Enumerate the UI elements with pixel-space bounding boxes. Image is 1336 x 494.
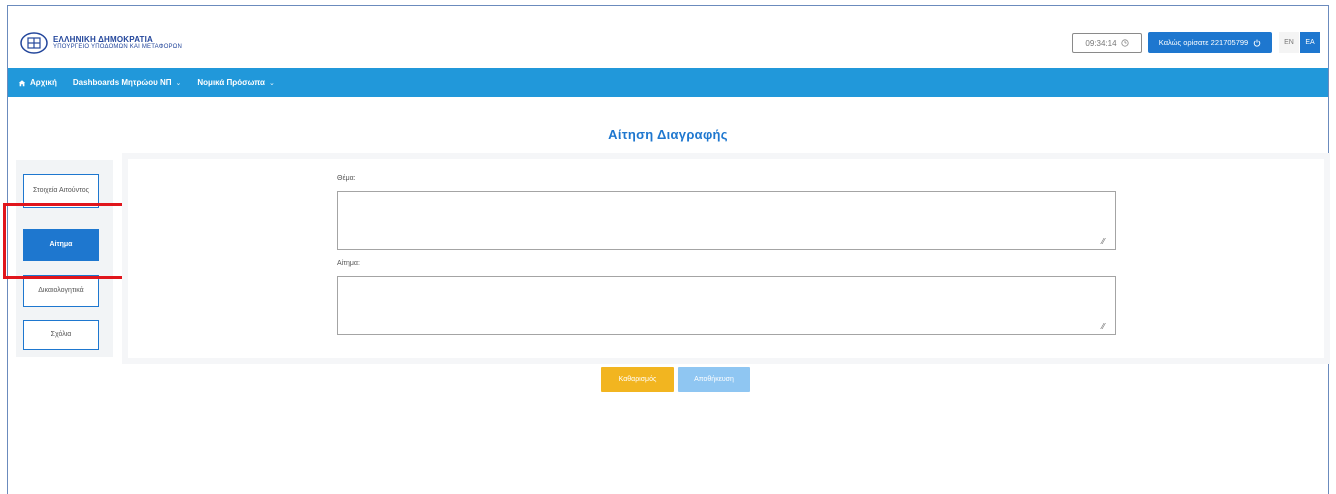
clear-button[interactable]: Καθαρισμός — [601, 367, 674, 392]
user-logout-button[interactable]: Καλώς ορίσατε 221705799 — [1148, 32, 1272, 53]
request-textarea[interactable] — [337, 276, 1116, 335]
header: ΕΛΛΗΝΙΚΗ ΔΗΜΟΚΡΑΤΙΑ ΥΠΟΥΡΓΕΙΟ ΥΠΟΔΟΜΩΝ Κ… — [8, 6, 1328, 68]
brand-title: ΕΛΛΗΝΙΚΗ ΔΗΜΟΚΡΑΤΙΑ — [53, 35, 153, 44]
subject-textarea[interactable] — [337, 191, 1116, 250]
clock-icon — [1120, 39, 1129, 47]
resize-grip-icon[interactable]: ⁄⁄ — [1102, 322, 1322, 357]
highlight-annotation — [3, 203, 129, 279]
nav-legal-entities-label: Νομικά Πρόσωπα — [197, 78, 265, 87]
nav-home-label: Αρχική — [30, 78, 57, 87]
nav-home[interactable]: Αρχική — [18, 78, 57, 87]
brand-subtitle: ΥΠΟΥΡΓΕΙΟ ΥΠΟΔΟΜΩΝ ΚΑΙ ΜΕΤΑΦΟΡΩΝ — [53, 44, 182, 50]
sidebar-item-comments[interactable]: Σχόλια — [23, 320, 99, 350]
language-el-button[interactable]: EA — [1300, 32, 1320, 53]
subject-label: Θέμα: — [337, 175, 356, 182]
nav-dashboards[interactable]: Dashboards Μητρώου ΝΠ ⌄ — [73, 78, 181, 87]
hellenic-republic-logo — [20, 32, 48, 54]
main-navigation: Αρχική Dashboards Μητρώου ΝΠ ⌄ Νομικά Πρ… — [8, 68, 1328, 97]
chevron-down-icon: ⌄ — [268, 79, 275, 87]
app-window: ΕΛΛΗΝΙΚΗ ΔΗΜΟΚΡΑΤΙΑ ΥΠΟΥΡΓΕΙΟ ΥΠΟΔΟΜΩΝ Κ… — [3, 5, 1329, 494]
request-form-panel: Θέμα: ⁄⁄ Αίτημα: ⁄⁄ — [128, 159, 1324, 358]
page-title: Αίτηση Διαγραφής — [608, 127, 728, 142]
language-en-button[interactable]: EN — [1279, 32, 1299, 53]
nav-dashboards-label: Dashboards Μητρώου ΝΠ — [72, 78, 172, 87]
chevron-down-icon: ⌄ — [175, 79, 182, 87]
welcome-text: Καλώς ορίσατε 221705799 — [1158, 38, 1249, 47]
request-label: Αίτημα: — [337, 260, 360, 267]
power-icon — [1253, 39, 1261, 47]
home-icon — [18, 79, 26, 86]
nav-legal-entities[interactable]: Νομικά Πρόσωπα ⌄ — [197, 78, 274, 87]
session-clock: 09:34:14 — [1072, 33, 1142, 53]
clock-text: 09:34:14 — [1085, 38, 1117, 48]
save-button[interactable]: Αποθήκευση — [678, 367, 750, 392]
sidebar-item-documents[interactable]: Δικαιολογητικά — [23, 275, 99, 307]
